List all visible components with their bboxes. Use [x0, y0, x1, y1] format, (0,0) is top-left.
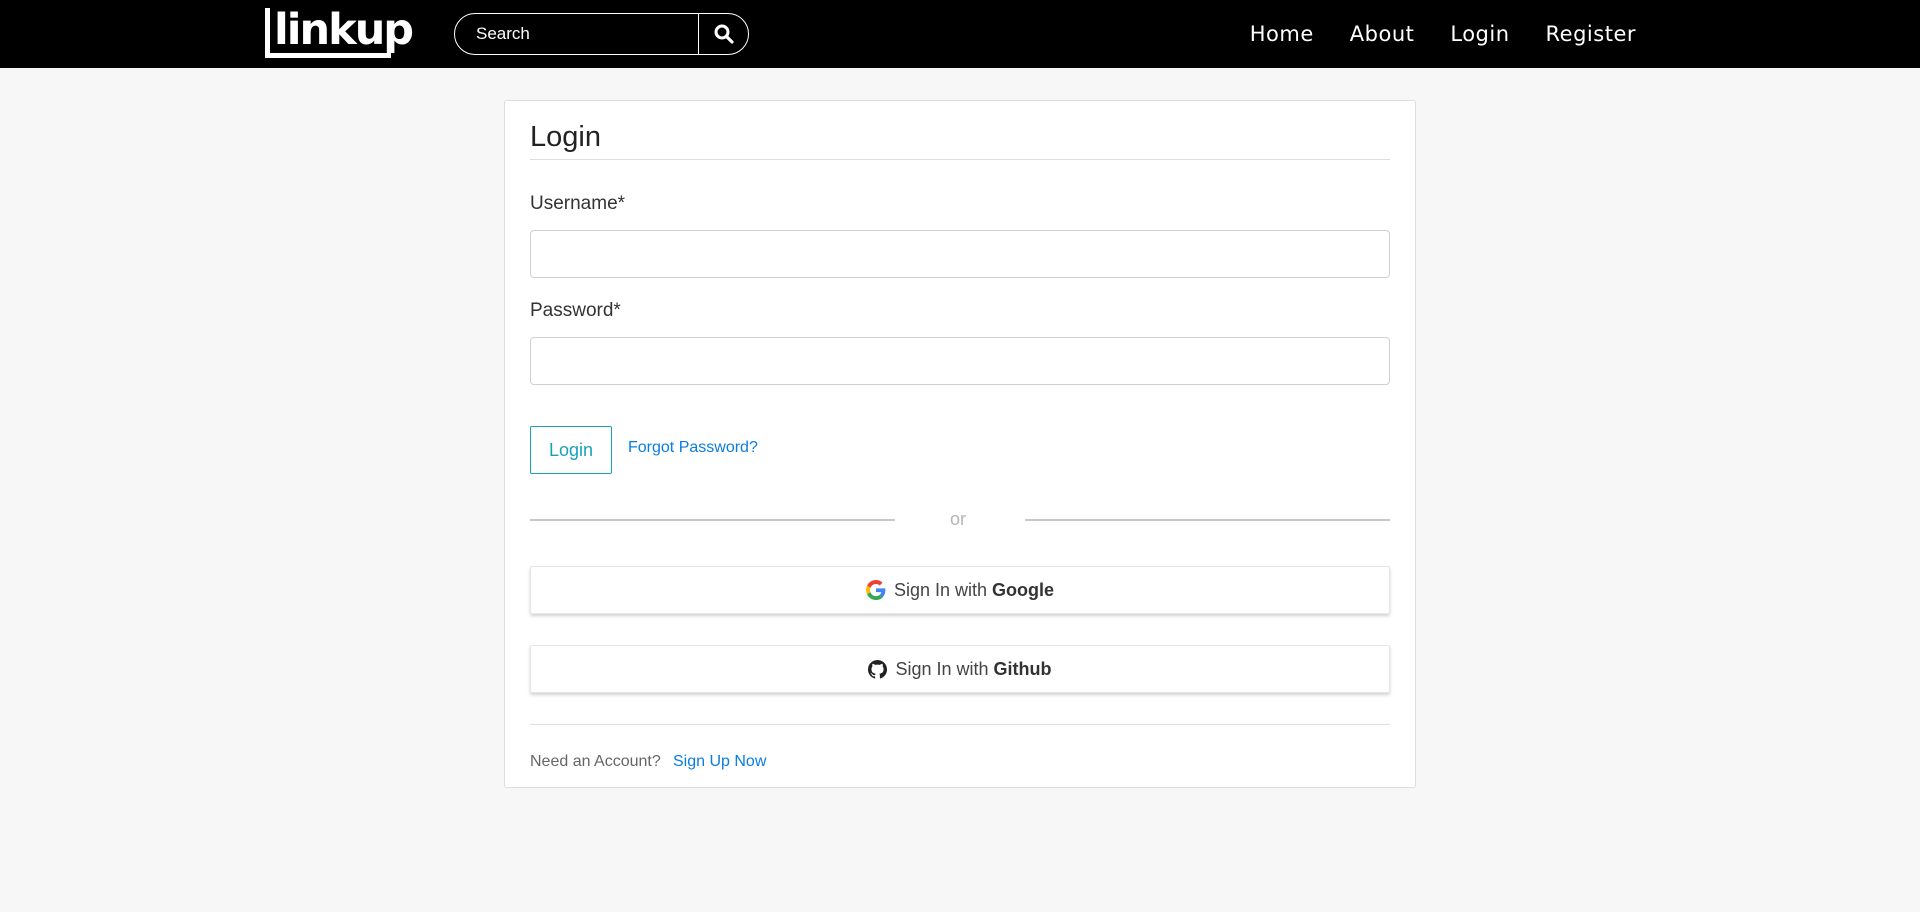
login-card: Login Username* Password* Login Forgot P…: [504, 100, 1416, 788]
nav-links: Home About Login Register: [1250, 0, 1636, 68]
github-signin-label: Sign In with Github: [895, 658, 1052, 679]
github-icon: [868, 659, 888, 679]
nav-about[interactable]: About: [1350, 22, 1415, 46]
search-input[interactable]: [455, 14, 698, 54]
search-button[interactable]: [698, 14, 748, 54]
password-field[interactable]: [530, 337, 1390, 385]
google-signin-label: Sign In with Google: [893, 579, 1055, 600]
login-button[interactable]: Login: [530, 426, 612, 474]
nav-register[interactable]: Register: [1546, 22, 1636, 46]
page-title: Login: [530, 121, 601, 153]
linkup-logo[interactable]: linkup: [265, 8, 414, 58]
username-label: Username*: [530, 193, 626, 214]
nav-login[interactable]: Login: [1450, 22, 1509, 46]
footer-divider: [530, 724, 1390, 725]
title-divider: [530, 159, 1390, 160]
nav-home[interactable]: Home: [1250, 22, 1314, 46]
google-signin-button[interactable]: Sign In with Google: [530, 566, 1390, 614]
username-field[interactable]: [530, 230, 1390, 278]
google-icon: [865, 580, 886, 600]
navbar: linkup Home About Login Register: [0, 0, 1920, 68]
forgot-password-link[interactable]: Forgot Password?: [628, 439, 758, 457]
signup-link[interactable]: Sign Up Now: [673, 753, 766, 771]
search-icon: [714, 24, 734, 44]
need-account-text: Need an Account?: [530, 753, 661, 770]
search-bar: [454, 13, 749, 55]
github-signin-button[interactable]: Sign In with Github: [530, 645, 1390, 693]
or-divider-text: or: [950, 509, 967, 529]
or-divider-right: [1025, 519, 1390, 521]
or-divider-left: [530, 519, 895, 521]
password-label: Password*: [530, 300, 621, 321]
